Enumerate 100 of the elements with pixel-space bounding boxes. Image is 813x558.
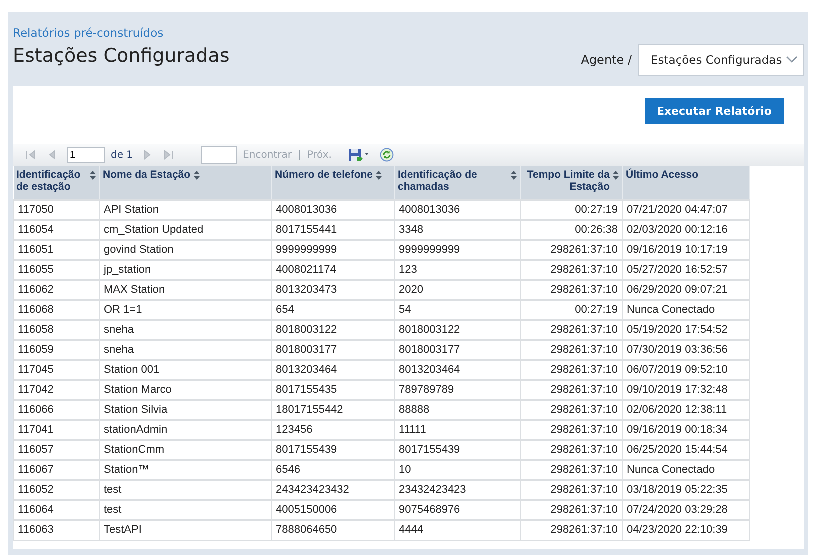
separator: | <box>298 150 302 160</box>
table-cell: 8017155439 <box>394 440 520 460</box>
table-cell: 116062 <box>14 280 100 300</box>
save-icon[interactable] <box>348 148 370 162</box>
table-cell: 00:26:38 <box>520 220 622 240</box>
table-cell: Station 001 <box>100 360 272 380</box>
column-header[interactable]: Identificação de chamadas <box>394 166 520 200</box>
table-cell: 07/24/2020 03:29:28 <box>622 500 750 520</box>
table-cell: 298261:37:10 <box>520 260 622 280</box>
table-cell: 298261:37:10 <box>520 440 622 460</box>
table-cell: 298261:37:10 <box>520 500 622 520</box>
table-cell: 06/25/2020 15:44:54 <box>622 440 750 460</box>
table-cell: 23432423423 <box>394 480 520 500</box>
table-cell: 88888 <box>394 400 520 420</box>
table-cell: 298261:37:10 <box>520 520 622 540</box>
table-cell: 09/16/2019 10:17:19 <box>622 240 750 260</box>
table-cell: Nunca Conectado <box>622 460 750 480</box>
table-cell: 117045 <box>14 360 100 380</box>
table-cell: 10 <box>394 460 520 480</box>
table-cell: 298261:37:10 <box>520 360 622 380</box>
table-cell: 06/29/2020 09:07:21 <box>622 280 750 300</box>
table-cell: stationAdmin <box>100 420 272 440</box>
table-cell: sneha <box>100 320 272 340</box>
page-number-field[interactable]: 1 <box>67 147 105 163</box>
table-cell: 54 <box>394 300 520 320</box>
table-cell: 298261:37:10 <box>520 400 622 420</box>
table-cell: 8013203464 <box>272 360 394 380</box>
table-cell: 116055 <box>14 260 100 280</box>
table-cell: 05/27/2020 16:52:57 <box>622 260 750 280</box>
column-header[interactable]: Último Acesso <box>622 166 750 200</box>
table-cell: 116063 <box>14 520 100 540</box>
table-cell: 298261:37:10 <box>520 340 622 360</box>
agent-label: Agente / <box>581 53 632 67</box>
refresh-icon[interactable] <box>380 148 394 162</box>
table-cell: Station Marco <box>100 380 272 400</box>
table-cell: 8018003177 <box>272 340 394 360</box>
table-cell: 4008021174 <box>272 260 394 280</box>
breadcrumb-link[interactable]: Relatórios pré-construídos <box>13 26 230 40</box>
column-header[interactable]: Tempo Limite da Estação <box>520 166 622 200</box>
table-cell: 298261:37:10 <box>520 240 622 260</box>
table-cell: 00:27:19 <box>520 300 622 320</box>
table-cell: 123456 <box>272 420 394 440</box>
table-cell: 9999999999 <box>272 240 394 260</box>
table-cell: sneha <box>100 340 272 360</box>
table-cell: 8018003177 <box>394 340 520 360</box>
table-cell: 7888064650 <box>272 520 394 540</box>
table-cell: 2020 <box>394 280 520 300</box>
table-cell: 07/30/2019 03:36:56 <box>622 340 750 360</box>
table-cell: 117041 <box>14 420 100 440</box>
table-cell: 298261:37:10 <box>520 480 622 500</box>
table-cell: MAX Station <box>100 280 272 300</box>
chevron-down-icon <box>786 56 798 64</box>
table-cell: 116057 <box>14 440 100 460</box>
page-count: de 1 <box>111 150 134 160</box>
table-cell: 116067 <box>14 460 100 480</box>
table-cell: 789789789 <box>394 380 520 400</box>
table-cell: 116059 <box>14 340 100 360</box>
table-cell: 04/23/2020 22:10:39 <box>622 520 750 540</box>
page-title: Estações Configuradas <box>13 45 230 67</box>
sort-icon <box>613 171 619 180</box>
column-header[interactable]: Número de telefone <box>272 166 394 200</box>
table-cell: 8013203464 <box>394 360 520 380</box>
table-cell: Nunca Conectado <box>622 300 750 320</box>
table-cell: test <box>100 480 272 500</box>
sort-icon <box>194 171 200 180</box>
sort-icon <box>90 171 96 180</box>
table-cell: 05/19/2020 17:54:52 <box>622 320 750 340</box>
table-cell: govind Station <box>100 240 272 260</box>
run-report-button[interactable]: Executar Relatório <box>644 98 784 124</box>
table-cell: 8018003122 <box>394 320 520 340</box>
table-cell: 11111 <box>394 420 520 440</box>
table-cell: Station Silvia <box>100 400 272 420</box>
table-cell: 8018003122 <box>272 320 394 340</box>
table-cell: 00:27:19 <box>520 200 622 220</box>
table-cell: StationCmm <box>100 440 272 460</box>
table-cell: 116064 <box>14 500 100 520</box>
table-cell: 298261:37:10 <box>520 320 622 340</box>
table-cell: 9075468976 <box>394 500 520 520</box>
column-header[interactable]: Nome da Estação <box>100 166 272 200</box>
table-cell: 298261:37:10 <box>520 280 622 300</box>
sort-icon <box>376 171 382 180</box>
table-cell: 117050 <box>14 200 100 220</box>
table-cell: 4008013036 <box>272 200 394 220</box>
table-cell: 116051 <box>14 240 100 260</box>
table-cell: 8017155439 <box>272 440 394 460</box>
table-cell: 4008013036 <box>394 200 520 220</box>
table-cell: 8017155441 <box>272 220 394 240</box>
table-cell: 654 <box>272 300 394 320</box>
table-cell: 09/16/2019 00:18:34 <box>622 420 750 440</box>
agent-dropdown[interactable]: Estações Configuradas <box>638 44 804 76</box>
column-header[interactable]: Identificação de estação <box>14 166 100 200</box>
table-cell: 9999999999 <box>394 240 520 260</box>
table-cell: 02/03/2020 00:12:16 <box>622 220 750 240</box>
find-field[interactable] <box>201 146 238 164</box>
table-cell: 116068 <box>14 300 100 320</box>
table-cell: test <box>100 500 272 520</box>
table-cell: 02/06/2020 12:38:11 <box>622 400 750 420</box>
table-cell: 116052 <box>14 480 100 500</box>
table-cell: 116054 <box>14 220 100 240</box>
table-cell: 09/10/2019 17:32:48 <box>622 380 750 400</box>
